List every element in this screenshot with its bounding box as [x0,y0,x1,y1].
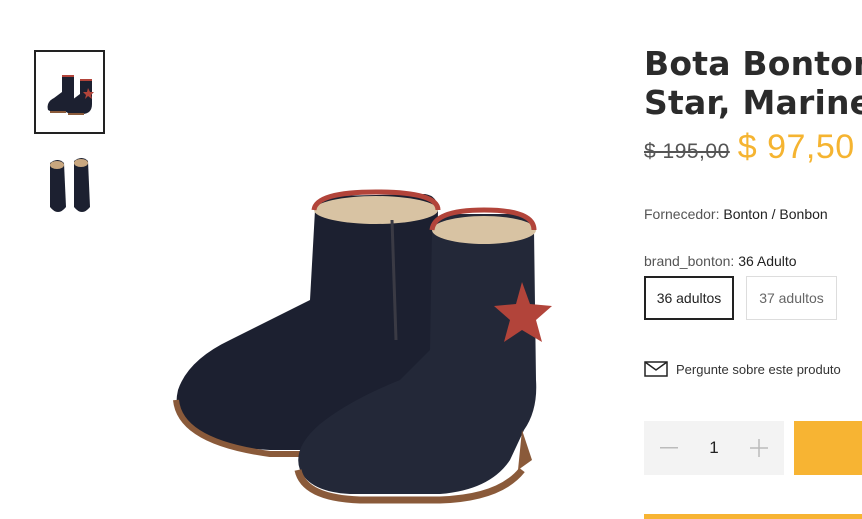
vendor-line: Fornecedor: Bonton / Bonbon [644,206,828,222]
boots-illustration [173,189,552,504]
boot-side-thumbnail-image [47,75,94,115]
quantity-value[interactable]: 1 [694,438,734,458]
variant-line: brand_bonton: 36 Adulto [644,253,797,269]
product-title: Bota Bonton Star, Marine [644,44,862,122]
variant-label: brand_bonton: [644,253,735,269]
sale-price: $ 97,50 [737,128,855,166]
quantity-stepper: 1 [644,421,784,475]
size-option-label: 36 adultos [656,290,722,306]
boot-front-thumbnail-image [49,158,90,212]
product-info: Bota Bonton Star, Marine [644,44,862,122]
price-block: $ 195,00 $ 97,50 [644,128,855,167]
main-product-image[interactable] [120,50,620,519]
size-option-37[interactable]: 37 adultos [746,276,837,320]
ask-link-label: Pergunte sobre este produto [676,361,841,377]
quantity-decrease-button[interactable] [644,421,694,475]
minus-icon [660,447,678,449]
variant-selected-value: 36 Adulto [738,253,797,269]
ask-about-product-link[interactable]: Pergunte sobre este produto [644,361,841,377]
vendor-label: Fornecedor: [644,206,720,222]
size-option-label: 37 adultos [759,290,824,306]
add-to-cart-button[interactable] [794,421,862,475]
quantity-increase-button[interactable] [734,421,784,475]
mail-icon [644,361,668,377]
thumbnail-front-view[interactable] [34,146,105,226]
plus-icon [750,439,768,457]
size-option-36[interactable]: 36 adultos [644,276,734,320]
buy-now-button[interactable] [644,514,862,519]
original-price: $ 195,00 [644,140,730,163]
thumbnail-side-view[interactable] [34,50,105,134]
product-page: Bota Bonton Star, Marine $ 195,00 $ 97,5… [0,0,862,519]
vendor-value[interactable]: Bonton / Bonbon [723,206,827,222]
